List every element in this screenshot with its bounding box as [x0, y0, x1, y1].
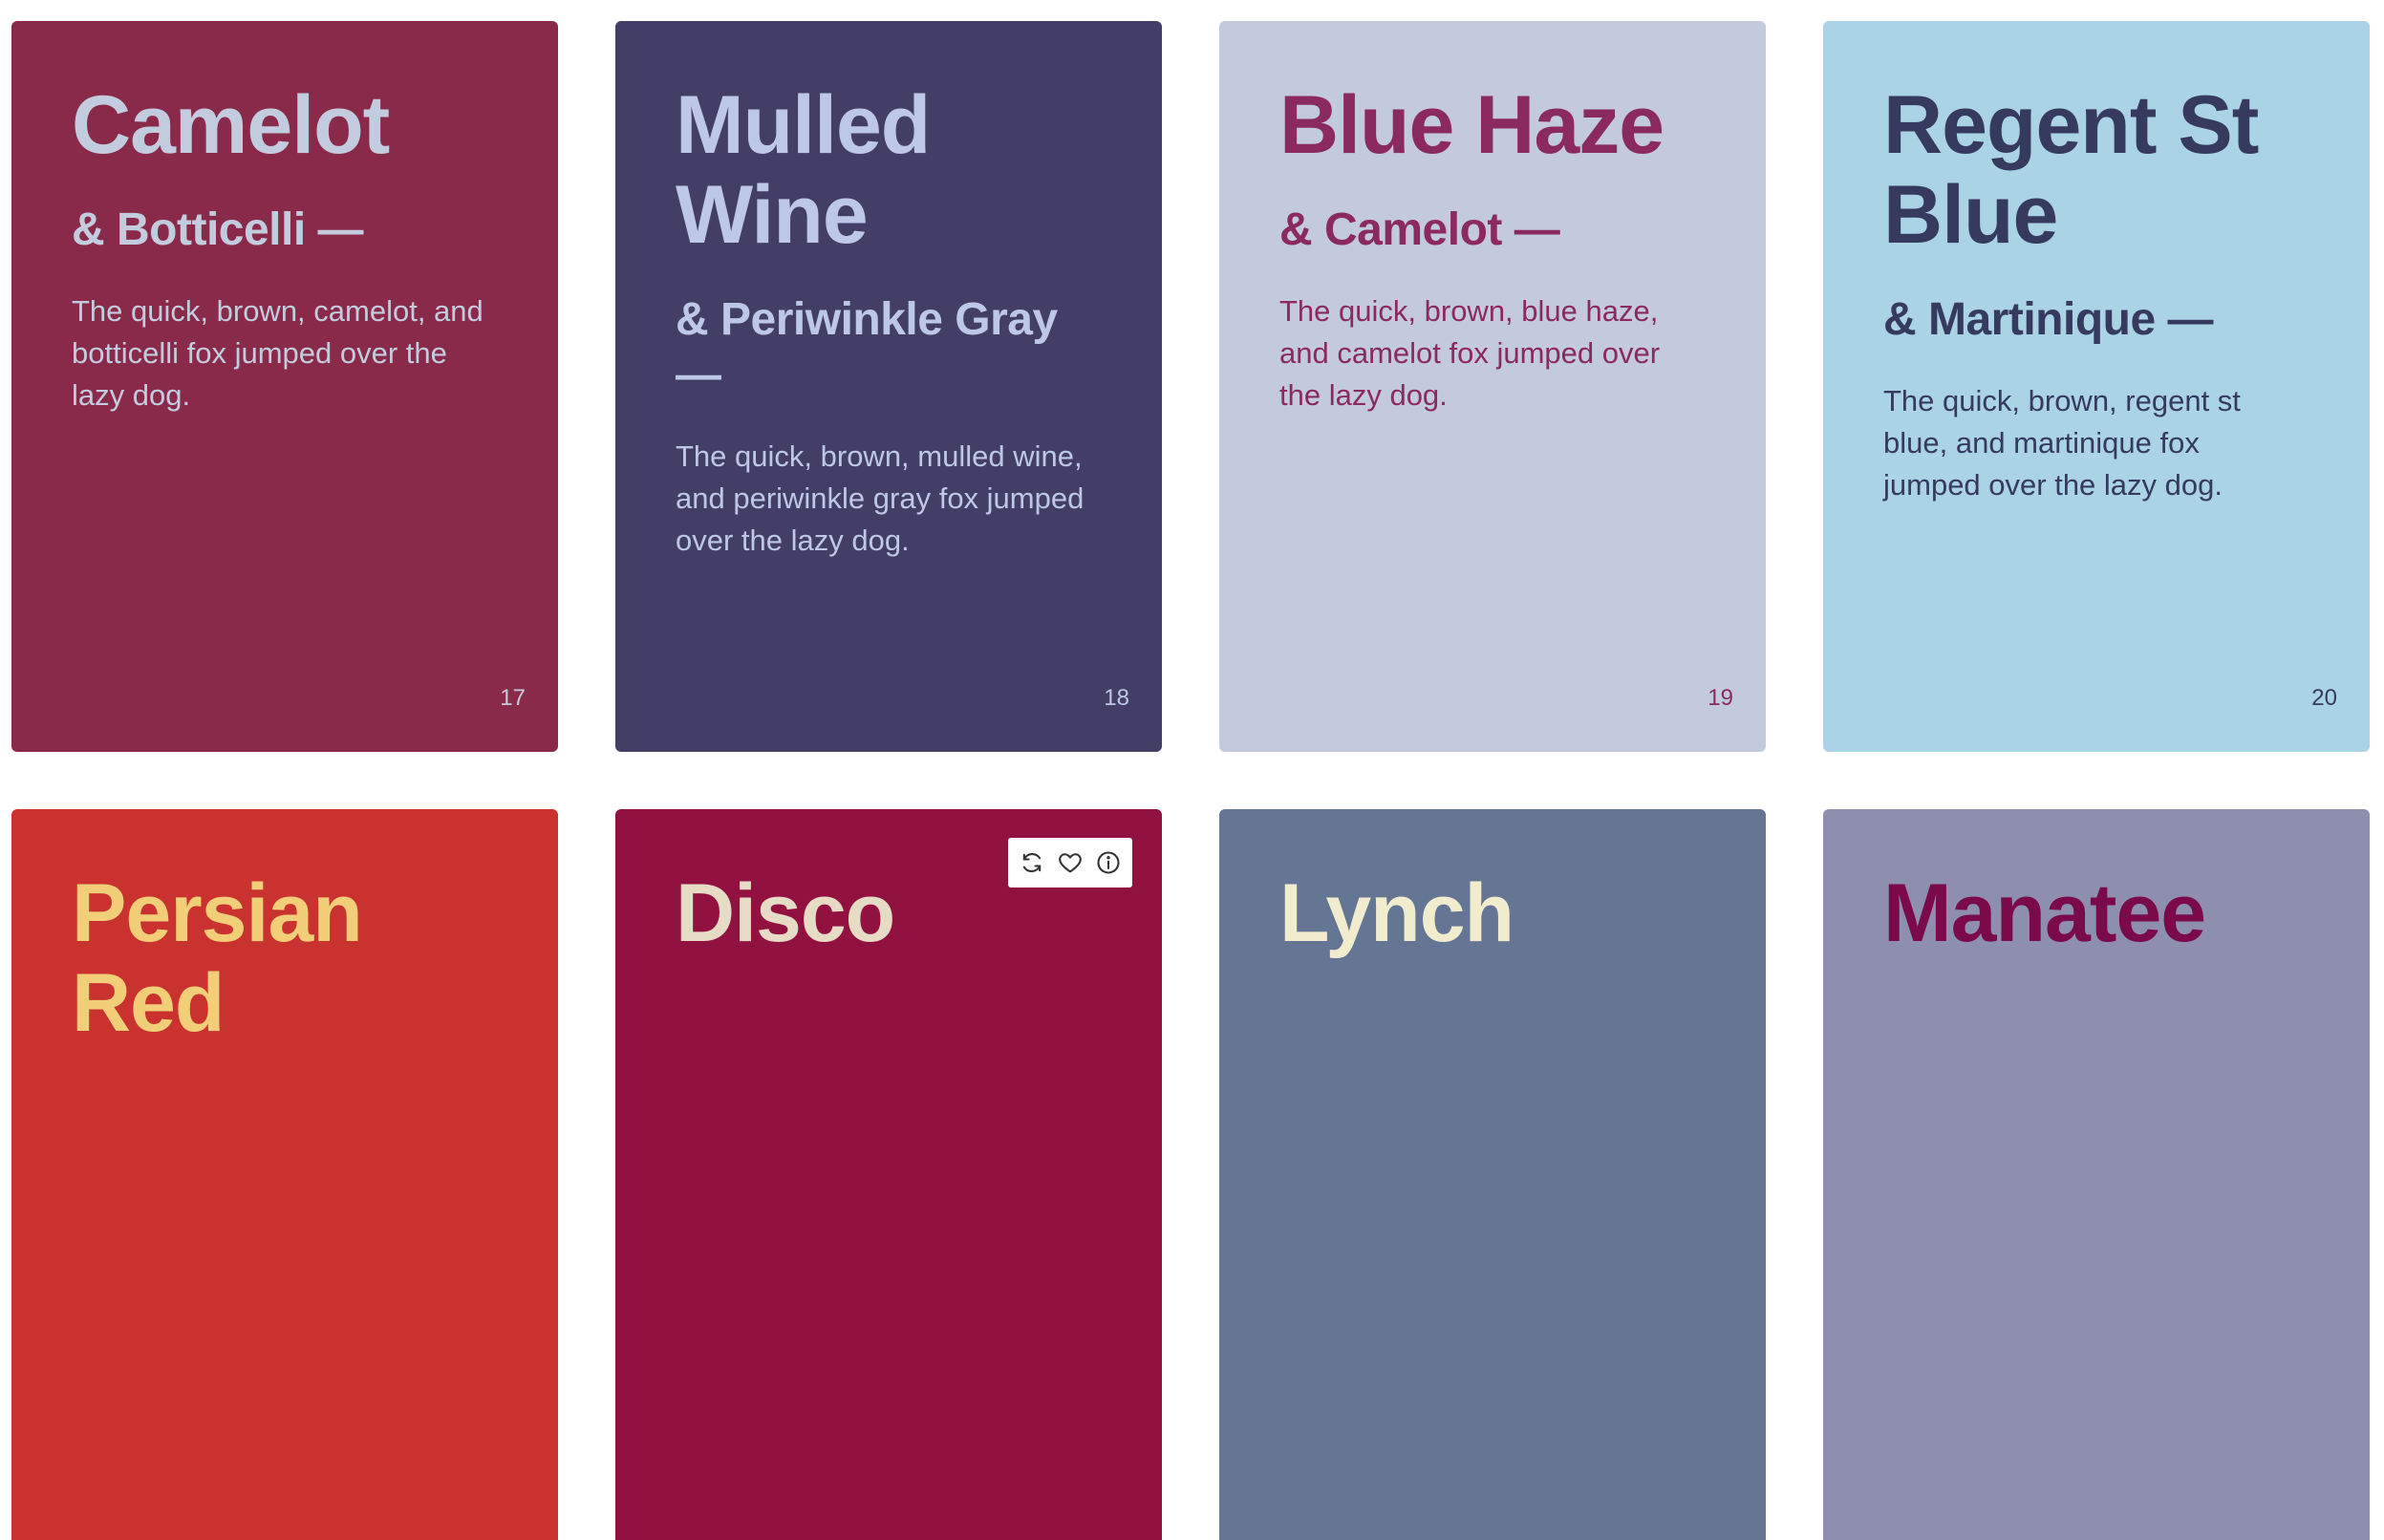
color-card-regent-st-blue[interactable]: Regent St Blue & Martinique — The quick,… [1823, 21, 2370, 752]
card-title: Camelot [72, 79, 390, 171]
card-action-toolbar [1008, 838, 1132, 888]
card-pair-label: & Botticelli — [72, 204, 364, 255]
color-card-persian-red[interactable]: Persian Red [11, 809, 558, 1540]
color-card-camelot[interactable]: Camelot & Botticelli — The quick, brown,… [11, 21, 558, 752]
card-pair-label: & Periwinkle Gray — [676, 294, 1058, 400]
card-title: Mulled Wine [676, 79, 931, 261]
card-description: The quick, brown, camelot, and botticell… [72, 294, 483, 412]
color-card-lynch[interactable]: Lynch [1219, 809, 1766, 1540]
card-number: 19 [1707, 685, 1733, 711]
card-title: Persian Red [72, 867, 363, 1049]
card-title: Regent St Blue [1883, 79, 2259, 261]
card-title: Blue Haze [1279, 79, 1665, 171]
card-pair-label: & Martinique — [1883, 294, 2214, 345]
card-title: Manatee [1883, 867, 2206, 959]
card-description: The quick, brown, mulled wine, and periw… [676, 439, 1085, 557]
card-description: The quick, brown, regent st blue, and ma… [1883, 384, 2241, 502]
info-icon[interactable] [1092, 846, 1125, 879]
refresh-icon[interactable] [1016, 846, 1048, 879]
card-number: 17 [500, 685, 526, 711]
card-number: 18 [1104, 685, 1129, 711]
color-card-disco[interactable]: Disco [615, 809, 1162, 1540]
color-card-grid: Camelot & Botticelli — The quick, brown,… [11, 21, 2370, 1540]
card-title: Lynch [1279, 867, 1514, 959]
card-number: 20 [2311, 685, 2337, 711]
color-card-manatee[interactable]: Manatee [1823, 809, 2370, 1540]
color-card-blue-haze[interactable]: Blue Haze & Camelot — The quick, brown, … [1219, 21, 1766, 752]
card-description: The quick, brown, blue haze, and camelot… [1279, 294, 1661, 412]
color-card-mulled-wine[interactable]: Mulled Wine & Periwinkle Gray — The quic… [615, 21, 1162, 752]
heart-icon[interactable] [1054, 846, 1086, 879]
card-pair-label: & Camelot — [1279, 204, 1560, 255]
